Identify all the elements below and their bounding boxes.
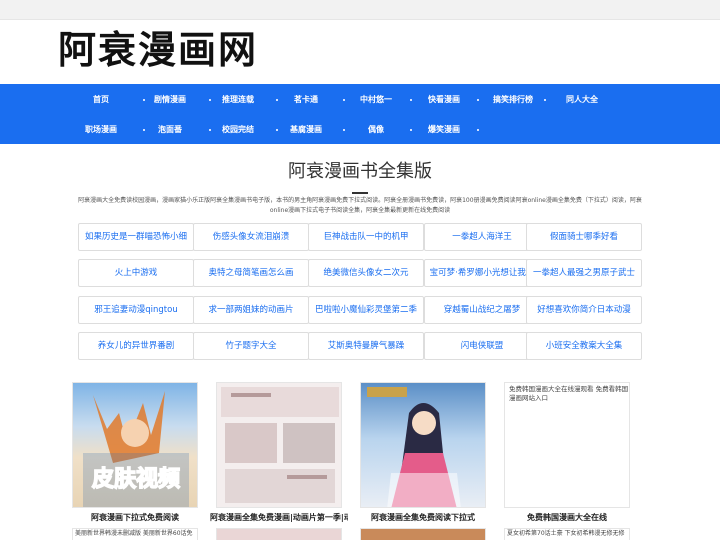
cover-art: 皮肤视频 [83, 391, 189, 507]
comic-card-title[interactable]: 免费韩国漫画大全在线 [498, 512, 636, 524]
tag-link[interactable]: 艾斯奥特曼脾气暴躁 [308, 332, 424, 360]
tag-link[interactable]: 巨神战击队一中的机甲 [308, 223, 424, 251]
cover-caption: 皮肤视频 [92, 466, 180, 492]
image-alt-text: 美丽新世界韩漫未删减版 美丽新世界60话免 [75, 530, 193, 537]
comic-card-title[interactable]: 阿衰漫画下拉式免费阅读 [66, 512, 204, 524]
site-logo[interactable]: 阿衰漫画网 [58, 26, 258, 74]
tag-link[interactable]: 火上中游戏 [78, 259, 194, 287]
tag-link[interactable]: 穿越蜀山战纪之屠梦 [424, 296, 540, 324]
tag-link[interactable]: 一拳超人最强之男原子武士 [526, 259, 642, 287]
nav-item-bl[interactable]: 基腐漫画 [266, 124, 346, 136]
comic-card-title[interactable]: 阿衰漫画全集免费漫画|动画片第一季|动… [210, 512, 348, 524]
tag-link[interactable]: 伤感头像女流泪崩溃 [193, 223, 309, 251]
nav-item-cartoon[interactable]: 茗卡通 [266, 94, 346, 106]
nav-item-home[interactable]: 首页 [61, 94, 141, 106]
comic-cover-image[interactable] [216, 382, 342, 508]
cover-art [221, 387, 339, 503]
main-nav: 首页 剧情漫画 推理连载 茗卡通 中村悠一 快看漫画 搞笑排行榜 同人大全 职场… [0, 84, 720, 144]
tag-link[interactable]: 奥特之母简笔画怎么画 [193, 259, 309, 287]
comic-cover-image[interactable]: 皮肤视频 [72, 382, 198, 508]
comic-cover-image[interactable] [360, 528, 486, 540]
tag-link[interactable]: 闪电侠联盟 [424, 332, 540, 360]
nav-item-doujin[interactable]: 同人大全 [542, 94, 622, 106]
tag-link[interactable]: 如果历史是一群喵恐怖小细 [78, 223, 194, 251]
image-alt-text: 免费韩国漫画大全在线漫观看 免费看韩国漫画网站入口 [509, 385, 629, 402]
image-alt-text: 夏女初希第70话土豪 下女初希韩漫无修无修 [507, 530, 625, 537]
tag-link[interactable]: 宝可梦·希罗娜小光想让我告 [424, 259, 540, 287]
nav-item-funny-rank[interactable]: 搞笑排行榜 [473, 94, 553, 106]
top-strip [0, 0, 720, 20]
nav-item-kuaikan[interactable]: 快看漫画 [404, 94, 484, 106]
comic-cover-image[interactable]: 夏女初希第70话土豪 下女初希韩漫无修无修 [504, 528, 630, 540]
tag-link[interactable]: 假面骑士哪季好看 [526, 223, 642, 251]
tag-link[interactable]: 巴啦啦小魔仙彩灵堡第二季 [308, 296, 424, 324]
nav-item-workplace[interactable]: 职场漫画 [61, 124, 141, 136]
tag-link[interactable]: 一拳超人海洋王 [424, 223, 540, 251]
comic-card[interactable]: 阿衰漫画全集免费漫画|动画片第一季|动… [210, 382, 348, 528]
page-title: 阿衰漫画书全集版 [288, 161, 432, 182]
comic-card[interactable]: 皮肤视频 阿衰漫画下拉式免费阅读 [72, 382, 198, 528]
comic-cover-image[interactable] [216, 528, 342, 540]
comic-cover-image[interactable] [360, 382, 486, 508]
tag-link[interactable]: 好想喜欢你简介日本动漫 [526, 296, 642, 324]
nav-separator [477, 129, 479, 131]
tag-link[interactable]: 邪王追妻动漫qingtou [78, 296, 194, 324]
tag-link[interactable]: 小班安全教案大全集 [526, 332, 642, 360]
title-underline [352, 192, 368, 194]
tag-link[interactable]: 养女儿的异世界番剧 [78, 332, 194, 360]
comic-card-title[interactable]: 阿衰漫画全集免费阅读下拉式 [354, 512, 492, 524]
nav-item-hilarious[interactable]: 爆笑漫画 [404, 124, 484, 136]
tag-link[interactable]: 竹子题字大全 [193, 332, 309, 360]
comic-cover-image[interactable]: 免费韩国漫画大全在线漫观看 免费看韩国漫画网站入口 [504, 382, 630, 508]
comic-card[interactable]: 免费韩国漫画大全在线漫观看 免费看韩国漫画网站入口 免费韩国漫画大全在线 [504, 382, 630, 528]
cover-art [367, 387, 461, 507]
comic-card[interactable]: 阿衰漫画全集免费阅读下拉式 [360, 382, 486, 528]
page-description: 阿衰漫画大全免费读校园漫画，漫画家猫小乐正版阿衰全集漫画书电子版，本书的男主角阿… [78, 197, 642, 214]
tag-link[interactable]: 绝美微信头像女二次元 [308, 259, 424, 287]
comic-cover-image[interactable]: 美丽新世界韩漫未删减版 美丽新世界60话免 [72, 528, 198, 540]
tag-link[interactable]: 求一部两姐妹的动画片 [193, 296, 309, 324]
